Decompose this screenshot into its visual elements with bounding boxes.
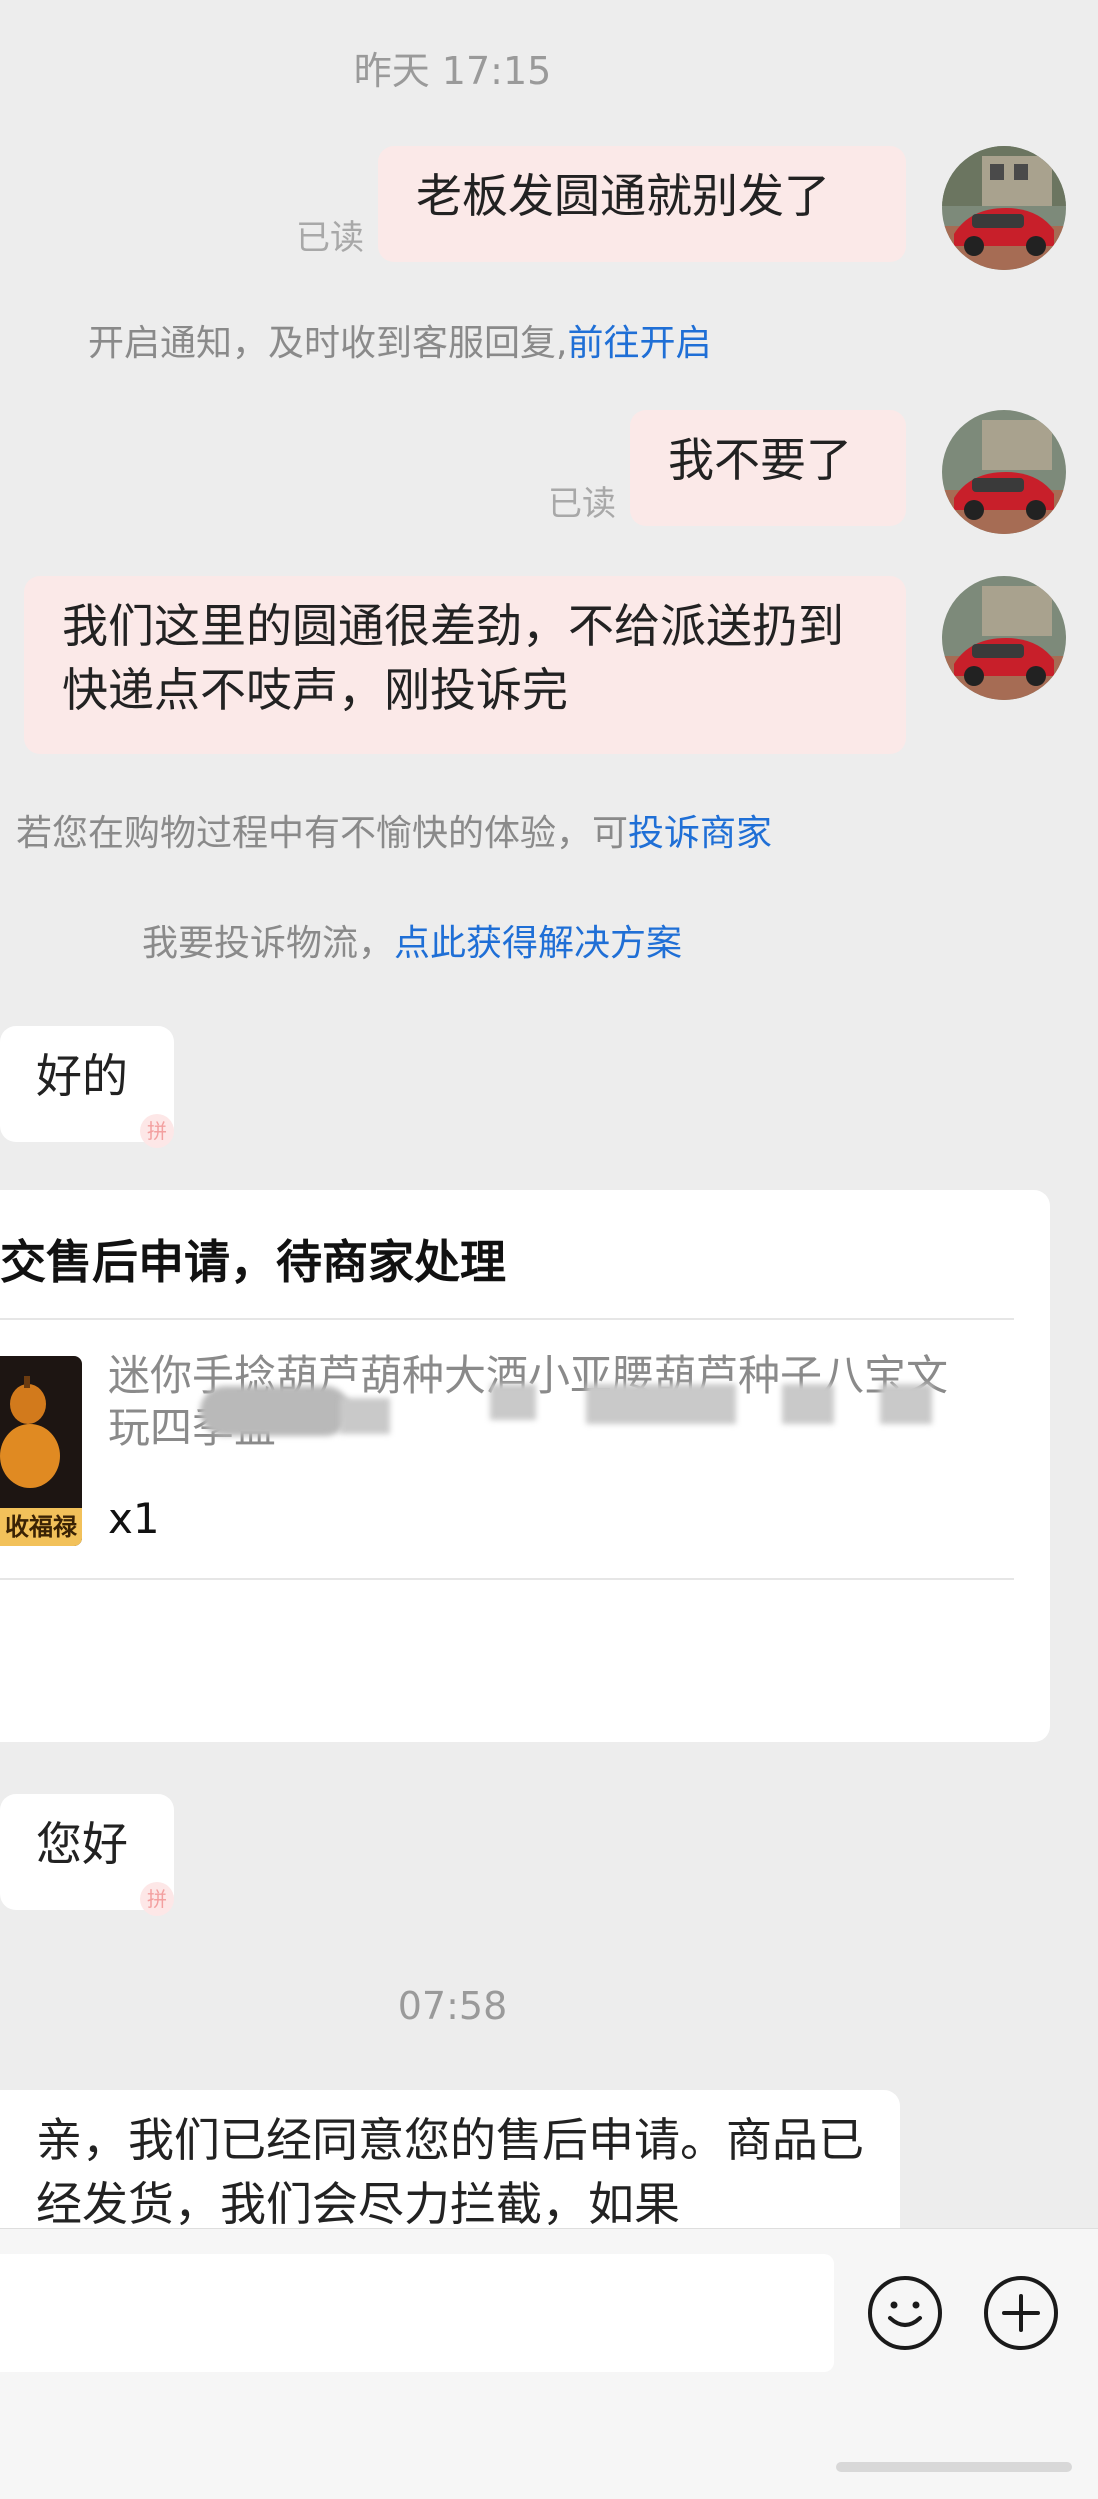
logistics-prompt: 我要投诉物流，点此获得解决方案 <box>142 923 683 964</box>
message-input[interactable] <box>0 2254 834 2372</box>
outgoing-message[interactable]: 我不要了 <box>630 410 906 526</box>
notification-prompt: 开启通知，及时收到客服回复,前往开启 <box>88 323 712 364</box>
incoming-message[interactable]: 亲，我们已经同意您的售后申请。商品已经发货，我们会尽力拦截，如果 <box>0 2090 900 2250</box>
blur-patch <box>340 1398 390 1434</box>
merchant-badge-icon: 拼 <box>140 1114 174 1148</box>
outgoing-message[interactable]: 我们这里的圆通很差劲，不给派送扔到快递点不吱声，刚投诉完 <box>24 576 906 754</box>
timestamp-today: 07:58 <box>397 1984 508 2028</box>
smiley-icon <box>888 2301 922 2327</box>
message-text: 我不要了 <box>668 433 852 487</box>
message-text: 老板发圆通就别发了 <box>416 169 830 223</box>
product-quantity: x1 <box>108 1494 160 1543</box>
car-photo-icon <box>942 576 1066 700</box>
merchant-badge-icon: 拼 <box>140 1882 174 1916</box>
car-photo-icon <box>942 410 1066 534</box>
product-thumbnail[interactable]: 收福禄 <box>0 1356 82 1546</box>
incoming-message[interactable]: 好的 拼 <box>0 1026 174 1148</box>
emoji-button[interactable] <box>868 2276 942 2350</box>
divider <box>0 1318 1014 1320</box>
blur-patch <box>490 1384 536 1420</box>
read-status: 已读 <box>296 218 364 258</box>
avatar[interactable] <box>942 576 1066 700</box>
message-text: 我们这里的圆通很差劲，不给派送扔到快递点不吱声，刚投诉完 <box>62 599 844 717</box>
message-text: 您好 <box>36 1817 128 1871</box>
home-indicator <box>836 2462 1072 2472</box>
after-sale-card[interactable]: 交售后申请，待商家处理 收福禄 迷你手捻葫芦葫种大酒小亚腰葫芦种子八宝文 玩四季… <box>0 1190 1050 1742</box>
thumbnail-label: 收福禄 <box>0 1508 82 1546</box>
incoming-message[interactable]: 您好 拼 <box>0 1794 174 1916</box>
blur-patch <box>200 1386 350 1436</box>
plus-icon <box>1002 2294 1040 2332</box>
more-button[interactable] <box>984 2276 1058 2350</box>
logistics-solution-link[interactable]: 点此获得解决方案 <box>394 923 682 964</box>
complain-merchant-link[interactable]: 投诉商家 <box>628 813 772 854</box>
car-photo-icon <box>942 146 1066 270</box>
complaint-prompt: 若您在购物过程中有不愉快的体验，可投诉商家 <box>16 813 773 854</box>
blur-patch <box>880 1384 932 1424</box>
read-status: 已读 <box>548 484 616 524</box>
blur-patch <box>586 1384 736 1424</box>
timestamp-yesterday: 昨天 17:15 <box>353 49 552 93</box>
avatar[interactable] <box>942 410 1066 534</box>
blur-patch <box>782 1384 834 1424</box>
avatar[interactable] <box>942 146 1066 270</box>
message-text: 好的 <box>36 1049 128 1103</box>
outgoing-message[interactable]: 老板发圆通就别发了 <box>378 146 906 262</box>
message-text: 亲，我们已经同意您的售后申请。商品已经发货，我们会尽力拦截，如果 <box>36 2113 864 2231</box>
card-title: 交售后申请，待商家处理 <box>0 1235 506 1289</box>
enable-notification-link[interactable]: 前往开启 <box>567 323 711 364</box>
divider <box>0 1578 1014 1580</box>
